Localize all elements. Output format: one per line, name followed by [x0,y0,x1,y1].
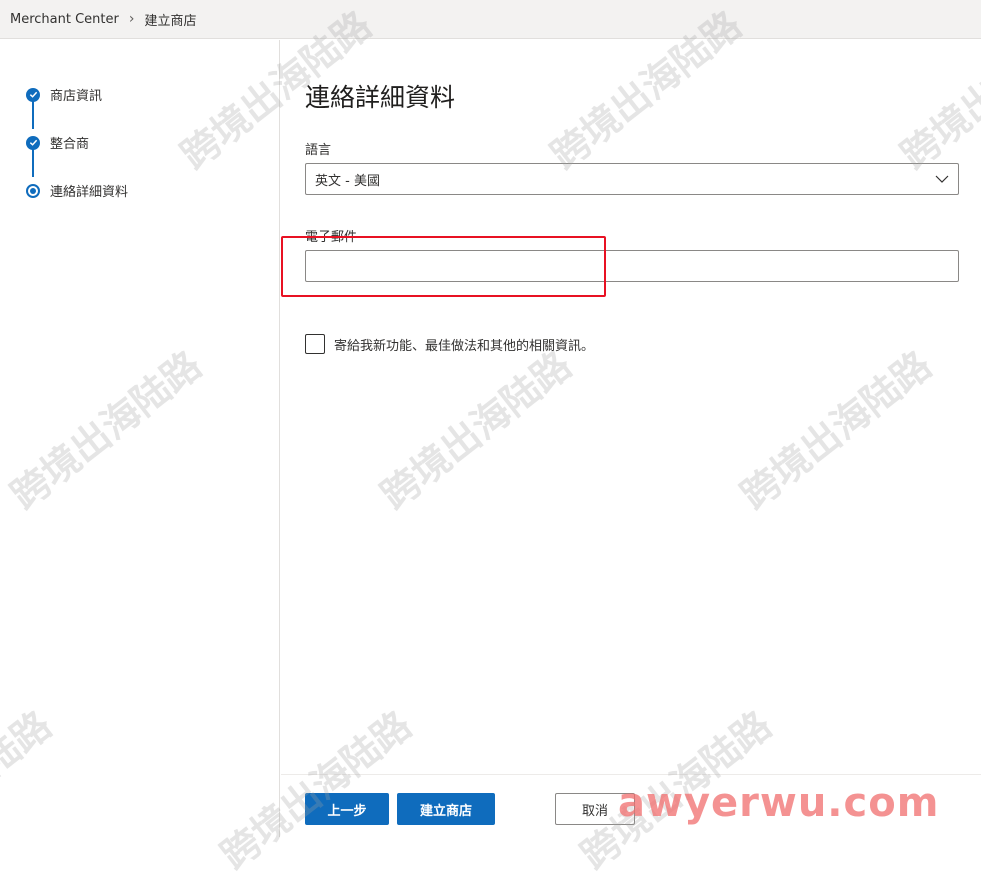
breadcrumb-merchant-center[interactable]: Merchant Center [10,12,119,27]
language-label: 語言 [305,143,332,158]
annotation-highlight-box [281,236,606,297]
page-title: 連絡詳細資料 [305,83,456,112]
current-step-icon [26,183,40,198]
step-label: 整合商 [50,137,90,152]
step-contact-details[interactable]: 連絡詳細資料 [26,181,128,200]
step-connector [32,101,34,129]
checkmark-icon [26,135,40,150]
step-store-info[interactable]: 商店資訊 [26,85,102,104]
watermark-text: 跨境出海陆路 [732,342,940,518]
create-store-button[interactable]: 建立商店 [397,793,495,825]
chevron-down-icon [935,175,949,183]
newsletter-checkbox[interactable] [305,334,325,354]
step-connector [32,149,34,177]
language-dropdown[interactable]: 英文 - 美國 [305,163,959,195]
language-value: 英文 - 美國 [315,173,380,189]
watermark-text: 跨境出海陆路 [372,342,580,518]
step-label: 連絡詳細資料 [50,185,129,200]
chevron-right-icon: › [128,11,135,27]
back-button[interactable]: 上一步 [305,793,389,825]
breadcrumb-current: 建立商店 [144,13,197,29]
wizard-stepper [0,40,280,837]
step-integrator[interactable]: 整合商 [26,133,89,152]
checkmark-icon [26,87,40,102]
newsletter-label: 寄給我新功能、最佳做法和其他的相關資訊。 [334,338,595,354]
step-label: 商店資訊 [50,89,103,104]
newsletter-option: 寄給我新功能、最佳做法和其他的相關資訊。 [305,334,594,354]
footer-divider [281,774,981,775]
breadcrumb: Merchant Center › 建立商店 [0,0,981,39]
watermark-site: awyerwu.com [618,780,940,826]
